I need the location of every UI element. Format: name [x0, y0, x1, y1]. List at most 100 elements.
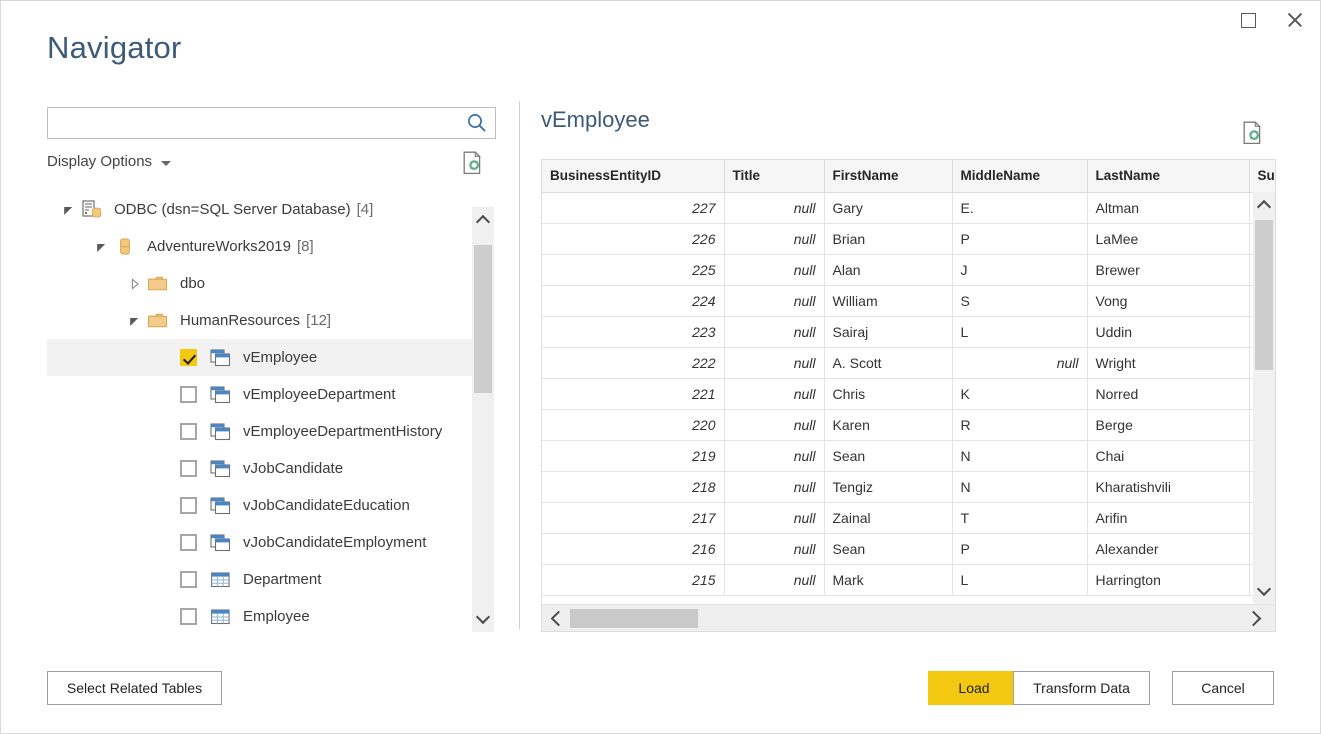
tree-item-employee[interactable]: Employee — [47, 598, 472, 633]
column-header-title[interactable]: Title — [724, 160, 824, 192]
table-row[interactable]: 216nullSeanPAlexander — [542, 533, 1276, 564]
table-row[interactable]: 221nullChrisKNorred — [542, 378, 1276, 409]
tree-scroll-down-button[interactable] — [472, 606, 494, 632]
cell-title: null — [724, 533, 824, 564]
tree-item-checkbox[interactable] — [180, 460, 197, 477]
tree-item-vjobcandidate[interactable]: vJobCandidate — [47, 450, 472, 487]
cell-firstname: Sean — [824, 440, 952, 471]
grid-scroll-right-button[interactable] — [1241, 605, 1269, 631]
cell-lastname: Altman — [1087, 192, 1249, 223]
search-icon[interactable] — [465, 112, 489, 134]
tree-item-checkbox[interactable] — [180, 423, 197, 440]
tree-item-checkbox[interactable] — [180, 386, 197, 403]
grid-hscroll-thumb[interactable] — [570, 609, 698, 628]
cell-middlename: E. — [952, 192, 1087, 223]
tree-item-checkbox[interactable] — [180, 497, 197, 514]
preview-refresh-icon[interactable] — [1242, 121, 1264, 145]
tree-item-checkbox[interactable] — [180, 571, 197, 588]
tree-item-dbo[interactable]: dbo — [47, 265, 472, 302]
table-row[interactable]: 224nullWilliamSVong — [542, 285, 1276, 316]
tree-item-vjobcandidateeducation[interactable]: vJobCandidateEducation — [47, 487, 472, 524]
table-row[interactable]: 218nullTengizNKharatishvili — [542, 471, 1276, 502]
cell-businessentityid: 221 — [542, 378, 724, 409]
tree-item-checkbox[interactable] — [180, 349, 197, 366]
table-row[interactable]: 222nullA. ScottnullWright — [542, 347, 1276, 378]
chevron-left-icon — [550, 610, 566, 626]
transform-data-button[interactable]: Transform Data — [1013, 671, 1150, 705]
tree-item-label: vJobCandidate — [243, 460, 343, 477]
table-row[interactable]: 225nullAlanJBrewer — [542, 254, 1276, 285]
grid-horizontal-scrollbar[interactable] — [542, 604, 1275, 631]
table-row[interactable]: 219nullSeanNChai — [542, 440, 1276, 471]
table-row[interactable]: 215nullMarkLHarrington — [542, 564, 1276, 595]
column-header-middlename[interactable]: MiddleName — [952, 160, 1087, 192]
tree-item-vemployeedepartment[interactable]: vEmployeeDepartment — [47, 376, 472, 413]
cell-title: null — [724, 192, 824, 223]
tree-item-label: Employee — [243, 608, 310, 625]
tree-item-count: [8] — [297, 238, 314, 255]
folder-icon — [147, 274, 169, 294]
tree-scroll-up-button[interactable] — [472, 207, 494, 233]
expander-open-icon[interactable] — [94, 239, 110, 255]
cell-lastname: Vong — [1087, 285, 1249, 316]
tree-item-department[interactable]: Department — [47, 561, 472, 598]
cancel-button[interactable]: Cancel — [1172, 671, 1274, 705]
tree-scroll-thumb[interactable] — [474, 245, 492, 393]
cell-middlename: L — [952, 316, 1087, 347]
tree-item-vjobcandidateemployment[interactable]: vJobCandidateEmployment — [47, 524, 472, 561]
table-row[interactable]: 220nullKarenRBerge — [542, 409, 1276, 440]
table-row[interactable]: 223nullSairajLUddin — [542, 316, 1276, 347]
expander-placeholder — [160, 572, 176, 588]
tree-item-checkbox[interactable] — [180, 534, 197, 551]
table-body: 227nullGaryE.Altman226nullBrianPLaMee225… — [542, 192, 1276, 595]
column-header-suf[interactable]: Suf — [1249, 160, 1276, 192]
grid-scroll-down-button[interactable] — [1253, 578, 1275, 604]
grid-scroll-thumb[interactable] — [1255, 220, 1273, 370]
search-input[interactable] — [48, 108, 463, 138]
table-row[interactable]: 227nullGaryE.Altman — [542, 192, 1276, 223]
cell-middlename: N — [952, 471, 1087, 502]
tree-item-humanresources[interactable]: HumanResources[12] — [47, 302, 472, 339]
display-options-dropdown[interactable]: Display Options — [47, 153, 171, 170]
cell-firstname: Karen — [824, 409, 952, 440]
preview-grid[interactable]: BusinessEntityIDTitleFirstNameMiddleName… — [541, 159, 1276, 632]
maximize-button[interactable] — [1225, 1, 1271, 39]
cell-middlename: null — [952, 347, 1087, 378]
cell-businessentityid: 226 — [542, 223, 724, 254]
cell-middlename: P — [952, 223, 1087, 254]
grid-scroll-up-button[interactable] — [1253, 192, 1275, 218]
cell-firstname: Gary — [824, 192, 952, 223]
tree-item-vemployee[interactable]: vEmployee — [47, 339, 472, 376]
tree-view[interactable]: ODBC (dsn=SQL Server Database)[4]Adventu… — [47, 191, 496, 633]
expander-closed-icon[interactable] — [127, 276, 143, 292]
cell-businessentityid: 220 — [542, 409, 724, 440]
grid-vertical-scrollbar[interactable] — [1253, 192, 1275, 604]
cell-lastname: Kharatishvili — [1087, 471, 1249, 502]
column-header-businessentityid[interactable]: BusinessEntityID — [542, 160, 724, 192]
title-bar — [1, 1, 1320, 41]
select-related-tables-button[interactable]: Select Related Tables — [47, 671, 222, 705]
table-row[interactable]: 226nullBrianPLaMee — [542, 223, 1276, 254]
load-button[interactable]: Load — [928, 671, 1020, 705]
tree-item-checkbox[interactable] — [180, 608, 197, 625]
expander-open-icon[interactable] — [127, 313, 143, 329]
grid-scroll-left-button[interactable] — [542, 605, 570, 631]
cell-lastname: Arifin — [1087, 502, 1249, 533]
tree-item-count: [12] — [306, 312, 331, 329]
tree-item-vemployeedepartmenthistory[interactable]: vEmployeeDepartmentHistory — [47, 413, 472, 450]
refresh-document-icon[interactable] — [462, 151, 484, 175]
tree-vertical-scrollbar[interactable] — [472, 207, 494, 632]
column-header-lastname[interactable]: LastName — [1087, 160, 1249, 192]
close-button[interactable] — [1272, 1, 1318, 39]
tree-item-label: vJobCandidateEmployment — [243, 534, 426, 551]
tree-item-odbc-dsn-sql-server-database[interactable]: ODBC (dsn=SQL Server Database)[4] — [47, 191, 472, 228]
expander-open-icon[interactable] — [61, 202, 77, 218]
tree-item-adventureworks2019[interactable]: AdventureWorks2019[8] — [47, 228, 472, 265]
table-row[interactable]: 217nullZainalTArifin — [542, 502, 1276, 533]
view-icon — [210, 533, 232, 553]
column-header-firstname[interactable]: FirstName — [824, 160, 952, 192]
cell-title: null — [724, 440, 824, 471]
search-box[interactable] — [47, 107, 496, 139]
expander-placeholder — [160, 609, 176, 625]
cell-title: null — [724, 285, 824, 316]
